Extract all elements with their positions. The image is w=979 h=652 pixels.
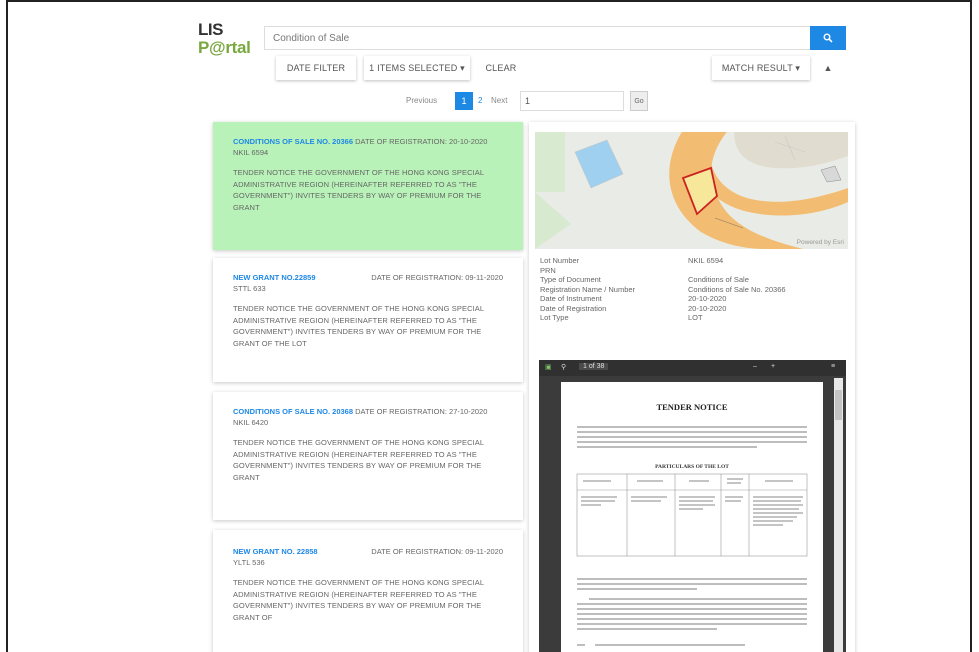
date-filter-button[interactable]: DATE FILTER: [276, 56, 356, 80]
page-2-link[interactable]: 2: [478, 96, 482, 105]
pdf-toolbar: ▣ ⚲ 1 of 38 – + ≡: [539, 360, 846, 376]
result-title-link[interactable]: CONDITIONS OF SALE NO. 20368: [233, 407, 353, 416]
info-row: PRN: [540, 266, 845, 276]
result-header: CONDITIONS OF SALE NO. 20368 DATE OF REG…: [233, 406, 503, 417]
result-lot: STTL 633: [233, 284, 266, 293]
lis-portal-logo[interactable]: LIS P@rtal: [198, 20, 260, 64]
lot-map[interactable]: Powered by Esri: [535, 132, 848, 249]
info-value: Conditions of Sale No. 20366: [688, 284, 786, 294]
result-lot: NKIL 6420: [233, 418, 269, 427]
app-frame: LIS P@rtal DATE FILTER 1 ITEMS SELECTED …: [6, 0, 972, 652]
logo-text-lis: LIS: [198, 20, 223, 39]
result-header: NEW GRANT NO. 22858 DATE OF REGISTRATION…: [233, 546, 503, 557]
result-lot: YLTL 536: [233, 558, 265, 567]
search-icon: [823, 33, 833, 43]
clear-button[interactable]: CLEAR: [476, 56, 526, 80]
info-value: [688, 266, 845, 276]
result-header: CONDITIONS OF SALE NO. 20366 DATE OF REG…: [233, 136, 503, 147]
info-key: Date of Instrument: [540, 294, 602, 303]
info-value: NKIL 6594: [688, 256, 724, 265]
info-row: Date of Instrument 20-10-2020: [540, 294, 845, 304]
map-credit: Powered by Esri: [796, 239, 844, 246]
page-jump-input[interactable]: [520, 91, 624, 111]
result-title-link[interactable]: CONDITIONS OF SALE NO. 20366: [233, 137, 353, 146]
info-value: 20-10-2020: [688, 294, 727, 303]
result-text: TENDER NOTICE THE GOVERNMENT OF THE HONG…: [233, 304, 484, 348]
result-card[interactable]: CONDITIONS OF SALE NO. 20366 DATE OF REG…: [213, 122, 523, 250]
pdf-zoom-out-icon[interactable]: –: [753, 363, 757, 370]
info-key: Lot Type: [540, 313, 569, 322]
detail-panel: Powered by Esri Lot Number NKIL 6594 PRN …: [529, 122, 855, 652]
info-row: Type of Document Conditions of Sale: [540, 275, 845, 285]
info-key: Date of Registration: [540, 303, 607, 313]
pagination: Previous 1 2 Next Go: [8, 90, 970, 114]
previous-page-link[interactable]: Previous: [406, 96, 437, 105]
result-lot: NKIL 6594: [233, 148, 269, 157]
info-row: Date of Registration 20-10-2020: [540, 304, 845, 314]
logo-text-portal: P@rtal: [198, 38, 251, 57]
pdf-page-content: [576, 426, 808, 646]
pdf-scrollbar[interactable]: [834, 378, 843, 652]
info-value: Conditions of Sale: [688, 275, 749, 284]
result-header: NEW GRANT NO.22859 DATE OF REGISTRATION:…: [233, 272, 503, 283]
search-button[interactable]: [810, 26, 846, 50]
pdf-page: TENDER NOTICE PARTICULARS OF THE LOT: [561, 382, 823, 652]
info-value: 20-10-2020: [688, 303, 727, 313]
info-row: Lot Number NKIL 6594: [540, 256, 845, 266]
result-card[interactable]: NEW GRANT NO.22859 DATE OF REGISTRATION:…: [213, 258, 523, 382]
result-text: TENDER NOTICE THE GOVERNMENT OF THE HONG…: [233, 438, 484, 482]
result-title-link[interactable]: NEW GRANT NO. 22858: [233, 547, 318, 556]
result-text: TENDER NOTICE THE GOVERNMENT OF THE HONG…: [233, 168, 484, 212]
pdf-page-indicator[interactable]: 1 of 38: [579, 363, 609, 370]
pdf-menu-icon[interactable]: ≡: [831, 363, 835, 370]
sort-up-button[interactable]: ▲: [812, 56, 844, 80]
pdf-search-icon[interactable]: ⚲: [561, 363, 566, 371]
result-date: DATE OF REGISTRATION: 27-10-2020: [355, 407, 488, 416]
map-graphic: [535, 132, 848, 249]
pdf-open-icon[interactable]: ▣: [545, 363, 552, 371]
go-button[interactable]: Go: [630, 91, 648, 111]
match-result-dropdown[interactable]: MATCH RESULT ▾: [712, 56, 810, 80]
items-selected-dropdown[interactable]: 1 ITEMS SELECTED ▾: [364, 56, 470, 80]
info-key: PRN: [540, 265, 556, 275]
info-value: LOT: [688, 313, 703, 322]
lot-info-table: Lot Number NKIL 6594 PRN Type of Document…: [540, 256, 845, 323]
pdf-viewer[interactable]: ▣ ⚲ 1 of 38 – + ≡ TENDER NOTICE PARTICUL…: [539, 360, 846, 652]
info-row: Lot Type LOT: [540, 313, 845, 323]
pdf-scroll-thumb[interactable]: [835, 390, 842, 420]
info-key: Lot Number: [540, 256, 580, 265]
result-date: DATE OF REGISTRATION: 09-11-2020: [371, 273, 503, 282]
result-card[interactable]: CONDITIONS OF SALE NO. 20368 DATE OF REG…: [213, 392, 523, 520]
result-title-link[interactable]: NEW GRANT NO.22859: [233, 273, 316, 282]
result-date: DATE OF REGISTRATION: 20-10-2020: [355, 137, 488, 146]
next-page-link[interactable]: Next: [491, 96, 507, 105]
pdf-zoom-in-icon[interactable]: +: [771, 363, 775, 370]
result-date: DATE OF REGISTRATION: 09-11-2020: [371, 547, 503, 556]
result-text: TENDER NOTICE THE GOVERNMENT OF THE HONG…: [233, 578, 484, 622]
page-1-button[interactable]: 1: [455, 92, 473, 110]
search-input[interactable]: [264, 26, 812, 50]
info-row: Registration Name / Number Conditions of …: [540, 285, 845, 295]
info-key: Type of Document: [540, 275, 601, 284]
result-card[interactable]: NEW GRANT NO. 22858 DATE OF REGISTRATION…: [213, 530, 523, 652]
info-key: Registration Name / Number: [540, 284, 636, 294]
